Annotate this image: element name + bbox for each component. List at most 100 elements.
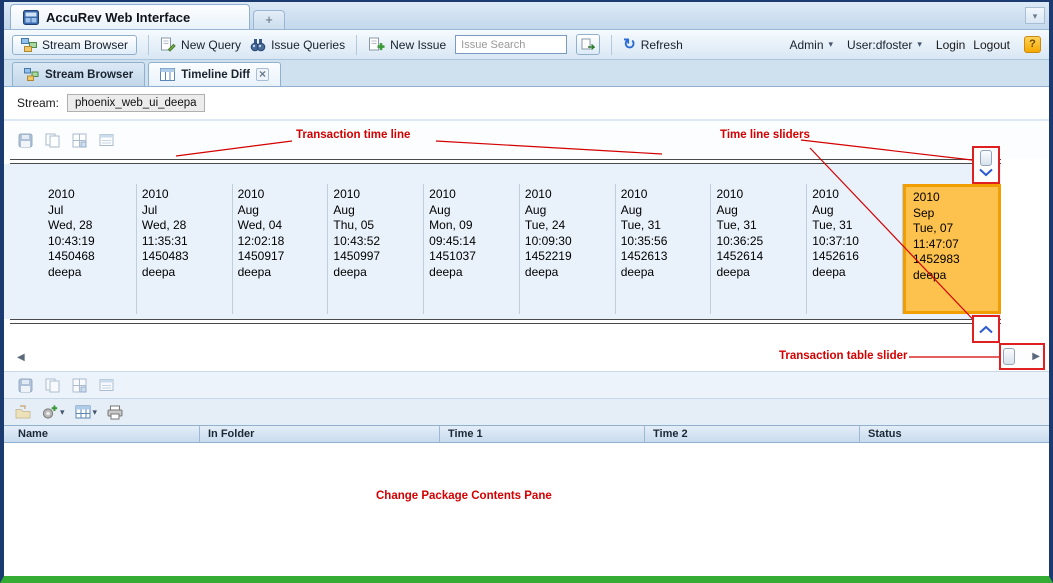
toolbar-right-group: Admin ▾ User:dfoster ▾ Login Logout ?: [789, 36, 1041, 53]
save-icon: [18, 378, 33, 393]
caret-down-icon: ▾: [93, 407, 98, 418]
timeline-expand-button[interactable]: [72, 133, 87, 148]
txn-user: deepa: [525, 265, 615, 281]
column-header-time1[interactable]: Time 1: [440, 426, 645, 442]
new-tab-button[interactable]: +: [253, 10, 285, 29]
annotation-transaction-time-line: Transaction time line: [296, 129, 410, 141]
column-header-time2[interactable]: Time 2: [645, 426, 860, 442]
annotation-time-line-sliders: Time line sliders: [720, 129, 810, 141]
stream-row: Stream: phoenix_web_ui_deepa: [4, 87, 1049, 119]
change-package-contents-pane: [4, 443, 1049, 574]
new-issue-button[interactable]: New Issue: [368, 37, 446, 52]
table-slider-thumb[interactable]: [1003, 348, 1015, 365]
timeline-columns: 2010 Jul Wed, 28 10:43:19 1450468 deepa …: [4, 184, 1001, 314]
window-menu-button[interactable]: ▾: [1025, 7, 1045, 24]
timeline-top-slider: [972, 146, 1000, 184]
new-query-button[interactable]: New Query: [160, 37, 241, 52]
txn-id: 1452613: [621, 249, 711, 265]
tab-timeline-diff[interactable]: Timeline Diff ×: [148, 62, 281, 86]
transaction-column[interactable]: 2010 Aug Tue, 24 10:09:30 1452219 deepa: [520, 184, 616, 314]
timeline-strip-top: [4, 164, 1001, 184]
txn-time: 10:09:30: [525, 234, 615, 250]
transaction-column[interactable]: 2010 Aug Thu, 05 10:43:52 1450997 deepa: [328, 184, 424, 314]
txn-time: 10:35:56: [621, 234, 711, 250]
help-button[interactable]: ?: [1024, 36, 1041, 53]
column-header-in-folder[interactable]: In Folder: [200, 426, 440, 442]
timeline-toolbar: [4, 121, 1049, 159]
table-save-button[interactable]: [18, 378, 33, 393]
chevron-down-icon[interactable]: [978, 168, 994, 177]
caret-down-icon: ▾: [917, 39, 922, 50]
chevron-up-icon[interactable]: [978, 325, 994, 334]
tab-stream-browser[interactable]: Stream Browser: [12, 62, 145, 86]
table-settings-button[interactable]: [99, 378, 114, 392]
txn-id: 1450917: [238, 249, 328, 265]
print-button[interactable]: [107, 405, 123, 420]
transaction-column[interactable]: 2010 Sep Tue, 07 11:47:07 1452983 deepa: [903, 184, 1001, 314]
close-icon[interactable]: ×: [256, 68, 269, 81]
timeline-top-slider-thumb[interactable]: [980, 150, 992, 166]
timeline-settings-button[interactable]: [99, 133, 114, 147]
stream-label: Stream:: [17, 96, 59, 110]
txn-year: 2010: [525, 187, 615, 203]
txn-day: Tue, 31: [621, 218, 711, 234]
txn-year: 2010: [429, 187, 519, 203]
stream-value-field[interactable]: phoenix_web_ui_deepa: [67, 94, 205, 112]
add-to-change-package-button[interactable]: ▾: [41, 405, 65, 420]
user-dropdown[interactable]: User:dfoster ▾: [847, 38, 922, 52]
txn-user: deepa: [429, 265, 519, 281]
scroll-right-button[interactable]: ▶: [1031, 351, 1041, 362]
txn-year: 2010: [913, 190, 998, 206]
send-to-issue-button[interactable]: [15, 405, 31, 419]
transaction-column[interactable]: 2010 Aug Tue, 31 10:36:25 1452614 deepa: [711, 184, 807, 314]
issue-queries-label: Issue Queries: [271, 38, 345, 52]
transaction-column[interactable]: 2010 Aug Mon, 09 09:45:14 1451037 deepa: [424, 184, 520, 314]
stream-browser-button[interactable]: Stream Browser: [12, 35, 137, 55]
txn-day: Tue, 31: [812, 218, 902, 234]
login-link[interactable]: Login: [936, 38, 965, 52]
issue-search-go-button[interactable]: [576, 34, 600, 55]
txn-year: 2010: [238, 187, 328, 203]
scroll-left-button[interactable]: ◀: [13, 352, 29, 363]
txn-id: 1452983: [913, 252, 998, 268]
toolbar-separator: [356, 35, 357, 55]
table-view-icon: [75, 405, 91, 419]
txn-user: deepa: [621, 265, 711, 281]
titlebar: AccuRev Web Interface + ▾: [4, 2, 1049, 30]
column-header-status[interactable]: Status: [860, 426, 1049, 442]
toolbar-separator: [611, 35, 612, 55]
table-copy-button[interactable]: [45, 378, 60, 393]
grid-icon: [72, 378, 87, 393]
view-options-button[interactable]: ▾: [75, 405, 98, 419]
txn-user: deepa: [142, 265, 232, 281]
txn-time: 10:36:25: [716, 234, 806, 250]
txn-time: 10:43:52: [333, 234, 423, 250]
txn-user: deepa: [333, 265, 423, 281]
transaction-column[interactable]: 2010 Aug Tue, 31 10:37:10 1452616 deepa: [807, 184, 903, 314]
issue-queries-icon: [250, 38, 266, 52]
new-issue-icon: [368, 37, 385, 52]
timeline-save-button[interactable]: [18, 133, 33, 148]
txn-time: 11:47:07: [913, 237, 998, 253]
refresh-label: Refresh: [641, 38, 683, 52]
admin-dropdown[interactable]: Admin ▾: [789, 38, 833, 52]
transaction-column[interactable]: 2010 Aug Tue, 31 10:35:56 1452613 deepa: [616, 184, 712, 314]
logout-link[interactable]: Logout: [973, 38, 1010, 52]
issue-search-input[interactable]: [455, 35, 567, 54]
transaction-column[interactable]: 2010 Jul Wed, 28 11:35:31 1450483 deepa: [137, 184, 233, 314]
txn-day: Wed, 04: [238, 218, 328, 234]
timeline-panel: 2010 Jul Wed, 28 10:43:19 1450468 deepa …: [4, 119, 1049, 343]
table-expand-button[interactable]: [72, 378, 87, 393]
transaction-column[interactable]: 2010 Aug Wed, 04 12:02:18 1450917 deepa: [233, 184, 329, 314]
caret-down-icon: ▾: [60, 407, 65, 418]
toolbar-separator: [148, 35, 149, 55]
browser-tab[interactable]: AccuRev Web Interface: [10, 4, 250, 29]
annotation-change-package-pane: Change Package Contents Pane: [376, 490, 552, 502]
txn-day: Tue, 07: [913, 221, 998, 237]
issue-queries-button[interactable]: Issue Queries: [250, 38, 345, 52]
column-header-name[interactable]: Name: [4, 426, 200, 442]
transaction-column[interactable]: 2010 Jul Wed, 28 10:43:19 1450468 deepa: [12, 184, 137, 314]
txn-month: Sep: [913, 206, 998, 222]
refresh-button[interactable]: ↻ Refresh: [623, 38, 683, 52]
timeline-copy-button[interactable]: [45, 133, 60, 148]
